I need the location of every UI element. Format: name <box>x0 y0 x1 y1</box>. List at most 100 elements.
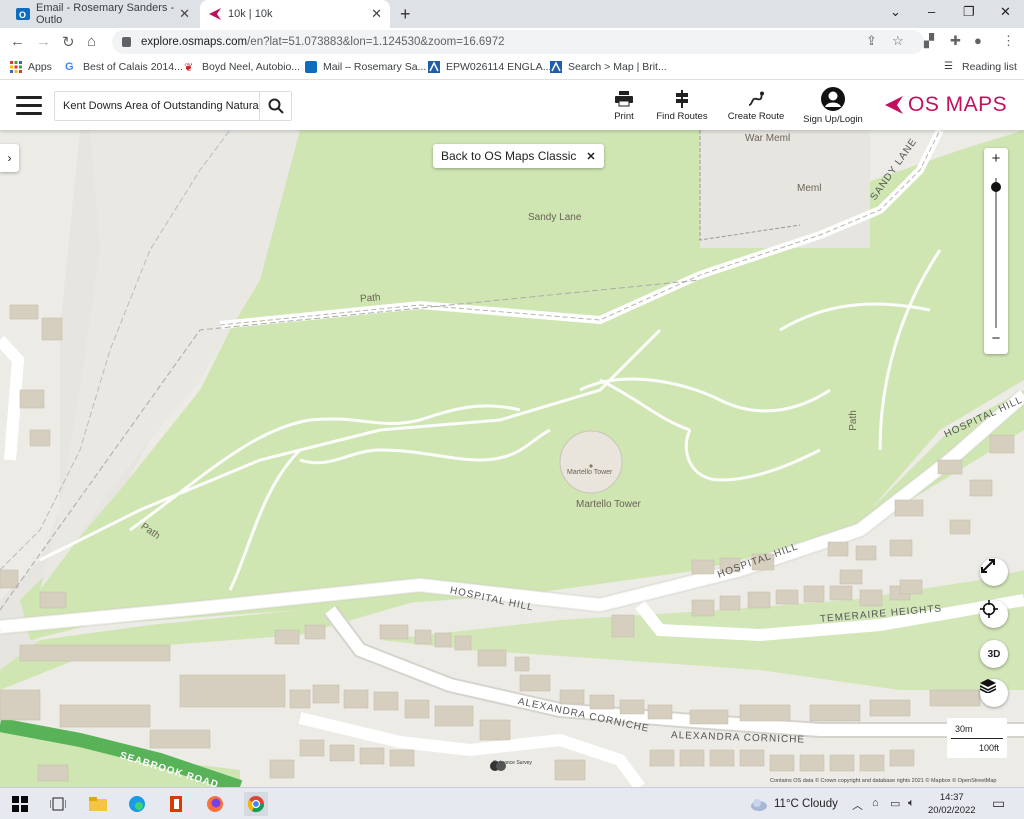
print-label: Print <box>614 111 634 122</box>
bookmark-label: Apps <box>28 61 52 73</box>
map-label-war-memorial: War Meml <box>745 133 791 144</box>
bookmark-boyd-neel[interactable]: ❦ Boyd Neel, Autobio... <box>184 61 301 74</box>
search-icon[interactable] <box>259 92 291 120</box>
os-maps-logo[interactable]: OS MAPS <box>884 93 1007 117</box>
bookmark-apps[interactable]: Apps <box>10 61 52 73</box>
chrome-taskbar-icon[interactable] <box>244 792 268 816</box>
create-route-button[interactable]: Create Route <box>726 89 786 122</box>
map-canvas[interactable]: War Meml Meml Sandy Lane SANDY LANE Path… <box>0 130 1024 787</box>
outlook-icon: O <box>16 7 30 21</box>
map-label-memorial: Meml <box>797 183 822 194</box>
profile-avatar-icon[interactable]: ● <box>974 33 982 48</box>
route-sign-icon <box>654 89 710 109</box>
layers-button[interactable] <box>980 679 1008 707</box>
zoom-slider-handle[interactable] <box>991 182 1001 192</box>
weather-text: 11°C Cloudy <box>774 798 838 810</box>
scale-imperial: 100ft <box>978 743 999 753</box>
close-tab-icon[interactable]: ✕ <box>179 6 190 22</box>
windows-start-icon[interactable] <box>10 794 30 814</box>
address-bar[interactable]: explore.osmaps.com/en?lat=51.073883&lon=… <box>112 30 924 54</box>
zoom-out-button[interactable]: − <box>984 330 1008 347</box>
reading-list-icon: ☰ <box>944 61 953 72</box>
svg-text:O: O <box>19 10 26 20</box>
scale-line <box>951 738 1003 739</box>
scale-metric: 30m <box>955 724 973 734</box>
office-icon[interactable] <box>166 794 186 814</box>
hamburger-menu-icon[interactable] <box>16 96 42 116</box>
close-tab-icon[interactable]: ✕ <box>371 6 382 22</box>
menu-kebab-icon[interactable]: ⋮ <box>1002 33 1015 49</box>
zoom-slider-track[interactable] <box>995 178 997 328</box>
bookmark-search-map[interactable]: Search > Map | Brit... <box>550 61 667 73</box>
os-maps-favicon-icon <box>208 7 222 21</box>
os-arrow-logo-icon <box>885 96 903 114</box>
minimize-button[interactable]: – <box>928 4 935 19</box>
back-to-classic-banner[interactable]: Back to OS Maps Classic ✕ <box>433 144 604 168</box>
osmaps-header: Kent Downs Area of Outstanding Natural P… <box>0 81 1024 130</box>
map-label-path-north: Path <box>359 292 381 305</box>
bookmark-calais[interactable]: G Best of Calais 2014... <box>65 61 183 73</box>
map-graphics <box>0 130 1024 787</box>
notification-icon[interactable]: ▭ <box>992 795 1005 812</box>
task-view-icon[interactable] <box>48 794 68 814</box>
sign-up-login-label: Sign Up/Login <box>803 114 863 125</box>
url-host: explore.osmaps.com <box>141 36 248 48</box>
search-input[interactable]: Kent Downs Area of Outstanding Natural <box>55 100 259 112</box>
locate-button[interactable] <box>980 600 1008 628</box>
file-explorer-icon[interactable] <box>88 794 108 814</box>
firefox-icon[interactable] <box>205 794 225 814</box>
map-attribution[interactable]: Contains OS data © Crown copyright and d… <box>770 778 996 784</box>
edge-icon[interactable] <box>127 794 147 814</box>
bookmark-label: EPW026114 ENGLA... <box>446 61 552 73</box>
bookmark-label: Boyd Neel, Autobio... <box>202 61 301 73</box>
new-tab-button[interactable]: + <box>400 4 411 25</box>
brand-text: OS MAPS <box>908 93 1008 116</box>
map-label-sandy-lane-area: Sandy Lane <box>528 212 582 223</box>
network-icon[interactable]: ⌂ <box>872 797 879 809</box>
reload-icon[interactable]: ↻ <box>62 33 75 51</box>
side-panel-toggle[interactable]: › <box>0 144 19 172</box>
monitor-icon[interactable]: ▭ <box>890 797 900 810</box>
create-route-label: Create Route <box>727 111 785 122</box>
cloud-icon <box>751 799 767 811</box>
tab-title: Email - Rosemary Sanders - Outlo <box>36 2 175 26</box>
weather-widget[interactable]: 11°C Cloudy <box>750 797 838 811</box>
sign-up-login-button[interactable]: Sign Up/Login <box>802 86 864 125</box>
bookmark-epw[interactable]: EPW026114 ENGLA... <box>428 61 551 73</box>
tab-search-icon[interactable]: ⌄ <box>890 4 901 20</box>
chevron-up-icon[interactable]: ︿ <box>852 797 863 813</box>
3d-rotate-icon: 3D <box>987 648 1001 660</box>
tab-osmaps[interactable]: 10k | 10k ✕ <box>200 0 390 28</box>
3d-view-button[interactable]: 3D <box>980 640 1008 668</box>
print-button[interactable]: Print <box>606 89 642 122</box>
tab-email[interactable]: O Email - Rosemary Sanders - Outlo ✕ <box>8 0 198 28</box>
find-routes-label: Find Routes <box>656 111 708 122</box>
close-window-button[interactable]: ✕ <box>1000 4 1011 20</box>
restore-button[interactable]: ❐ <box>963 4 975 20</box>
bookmark-label: Mail – Rosemary Sa... <box>323 61 427 73</box>
find-routes-button[interactable]: Find Routes <box>654 89 710 122</box>
windows-taskbar: 11°C Cloudy ︿ ⌂ ▭ 🔈︎ 14:37 20/02/2022 ▭ <box>0 787 1024 819</box>
back-arrow-icon[interactable]: ← <box>10 33 25 50</box>
reading-list-label: Reading list <box>962 61 1017 73</box>
bookmark-star-icon[interactable]: ☆ <box>892 33 904 49</box>
zoom-control: + − <box>984 148 1008 354</box>
puzzle-icon[interactable]: ✚ <box>950 33 961 49</box>
place-search-box[interactable]: Kent Downs Area of Outstanding Natural <box>54 91 292 121</box>
bookmarks-bar: Apps G Best of Calais 2014... ❦ Boyd Nee… <box>0 56 1024 80</box>
fullscreen-button[interactable] <box>980 558 1008 586</box>
url-path: /en?lat=51.073883&lon=1.124530&zoom=16.6… <box>247 36 505 48</box>
bookmark-mail[interactable]: Mail – Rosemary Sa... <box>305 61 426 73</box>
close-icon[interactable]: ✕ <box>586 150 595 163</box>
home-icon[interactable]: ⌂ <box>87 33 96 50</box>
system-clock[interactable]: 14:37 20/02/2022 <box>928 791 976 817</box>
speaker-icon[interactable]: 🔈︎ <box>908 797 915 810</box>
extension-icon[interactable]: ▞ <box>924 33 934 49</box>
map-scale-bar: 30m 100ft <box>947 718 1007 758</box>
forward-arrow-icon[interactable]: → <box>36 33 51 50</box>
share-icon[interactable]: ⇪ <box>866 33 877 49</box>
clock-time: 14:37 <box>939 792 964 803</box>
reading-list-button[interactable]: ☰ Reading list <box>944 61 1017 73</box>
zoom-in-button[interactable]: + <box>984 150 1008 167</box>
apps-icon <box>10 61 22 73</box>
